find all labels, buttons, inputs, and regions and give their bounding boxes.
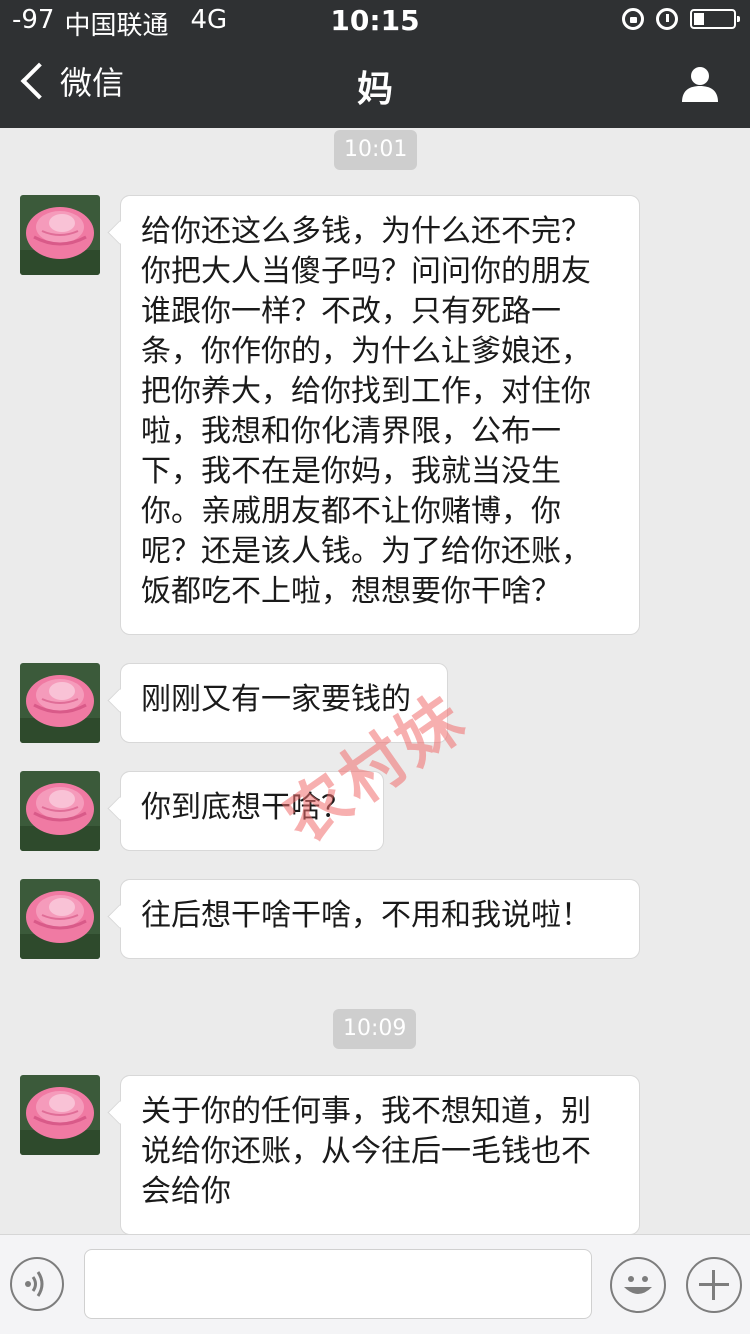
message-text: 往后想干啥干啥，不用和我说啦！	[141, 898, 591, 933]
message-text: 你到底想干啥？	[141, 790, 351, 825]
avatar[interactable]	[20, 879, 100, 959]
avatar[interactable]	[20, 1075, 100, 1155]
voice-icon	[25, 1271, 44, 1297]
message-text: 关于你的任何事，我不想知道，别说给你还账，从今往后一毛钱也不会给你	[141, 1094, 591, 1209]
rose-avatar-image	[20, 663, 100, 743]
message-bubble[interactable]: 刚刚又有一家要钱的	[120, 663, 448, 743]
input-bar	[0, 1234, 750, 1334]
alarm-icon	[656, 8, 678, 30]
avatar[interactable]	[20, 195, 100, 275]
avatar[interactable]	[20, 771, 100, 851]
message-bubble[interactable]: 往后想干啥干啥，不用和我说啦！	[120, 879, 640, 959]
emoji-icon	[624, 1276, 652, 1294]
emoji-button[interactable]	[610, 1257, 666, 1313]
profile-button[interactable]	[680, 64, 720, 104]
avatar[interactable]	[20, 663, 100, 743]
voice-button[interactable]	[10, 1257, 64, 1311]
message-bubble[interactable]: 关于你的任何事，我不想知道，别说给你还账，从今往后一毛钱也不会给你	[120, 1075, 640, 1234]
message-input[interactable]	[84, 1249, 592, 1319]
plus-button[interactable]	[686, 1257, 742, 1313]
rose-avatar-image	[20, 1075, 100, 1155]
profile-icon	[682, 67, 718, 102]
battery-icon	[690, 9, 740, 29]
status-right	[622, 8, 740, 30]
top-bar: -97 中国联通 4G 10:15 微信 妈	[0, 0, 750, 128]
back-chevron-icon	[20, 62, 58, 100]
plus-icon	[699, 1270, 729, 1300]
nav-bar: 微信 妈	[0, 40, 750, 128]
message-text: 给你还这么多钱，为什么还不完？你把大人当傻子吗？问问你的朋友谁跟你一样？不改，只…	[141, 214, 591, 609]
back-button[interactable]: 微信	[16, 58, 124, 104]
message-text: 刚刚又有一家要钱的	[141, 682, 411, 717]
back-label: 微信	[60, 64, 125, 102]
status-bar: -97 中国联通 4G 10:15	[0, 0, 750, 41]
chat-area[interactable]: 10:01 给你还这么多钱，为什么还不完？你把大人当傻子吗？问问你的朋友谁跟你一…	[0, 128, 750, 1234]
message-bubble[interactable]: 给你还这么多钱，为什么还不完？你把大人当傻子吗？问问你的朋友谁跟你一样？不改，只…	[120, 195, 640, 635]
rotation-lock-icon	[622, 8, 644, 30]
timestamp: 10:09	[333, 1009, 417, 1049]
timestamp: 10:01	[334, 130, 418, 170]
rose-avatar-image	[20, 195, 100, 275]
rose-avatar-image	[20, 771, 100, 851]
rose-avatar-image	[20, 879, 100, 959]
message-bubble[interactable]: 你到底想干啥？	[120, 771, 384, 851]
